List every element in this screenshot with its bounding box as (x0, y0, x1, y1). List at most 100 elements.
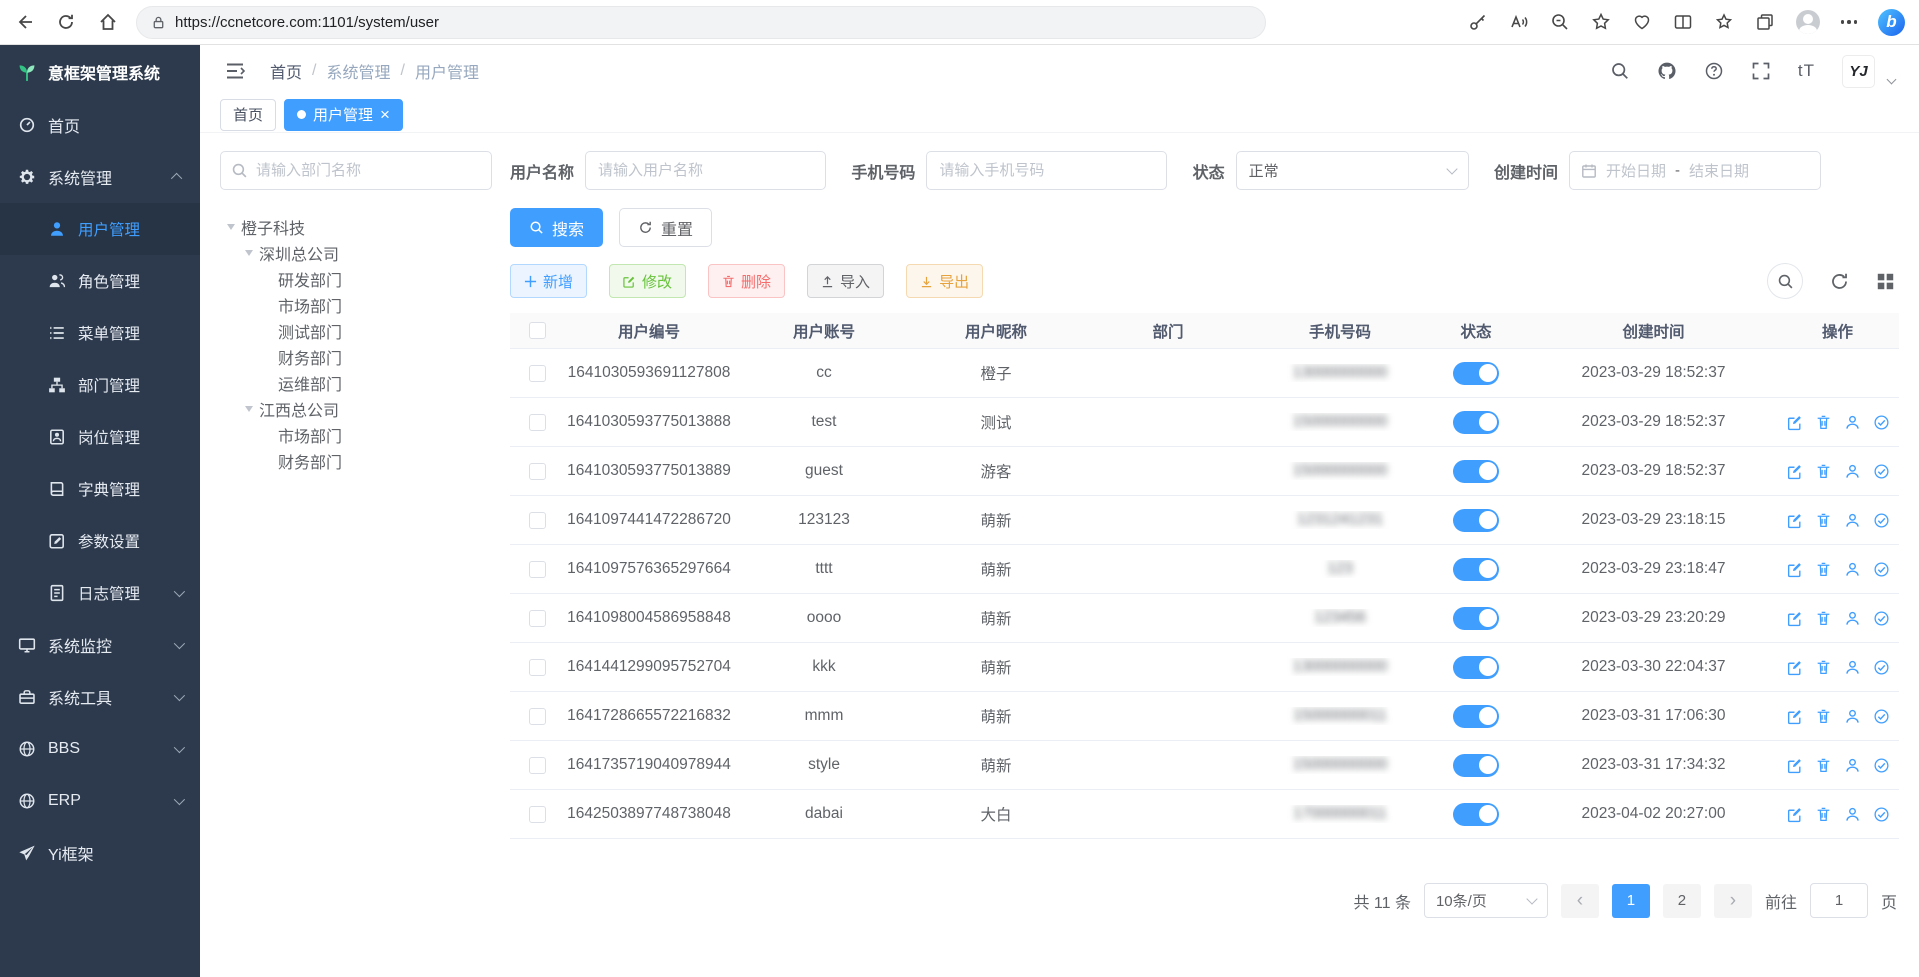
row-assign-role-icon[interactable] (1873, 708, 1890, 725)
search-button[interactable]: 搜索 (510, 208, 603, 247)
sidebar-item-tools[interactable]: 系统工具 (0, 671, 200, 723)
row-checkbox[interactable] (529, 365, 546, 382)
status-toggle[interactable] (1453, 803, 1499, 826)
split-screen-icon[interactable] (1673, 12, 1693, 32)
dept-search-input[interactable] (220, 151, 492, 190)
tree-caret-icon[interactable] (227, 224, 235, 230)
sidebar-item-log[interactable]: 日志管理 (0, 567, 200, 619)
fullscreen-icon[interactable] (1751, 61, 1771, 81)
tree-node-dept[interactable]: 市场部门 (220, 422, 492, 448)
tree-node-dept[interactable]: 测试部门 (220, 318, 492, 344)
tree-caret-icon[interactable] (245, 406, 253, 412)
row-resetpwd-icon[interactable] (1844, 512, 1861, 529)
row-checkbox[interactable] (529, 659, 546, 676)
row-delete-icon[interactable] (1815, 610, 1832, 627)
row-resetpwd-icon[interactable] (1844, 414, 1861, 431)
username-input[interactable] (585, 151, 826, 190)
zoom-icon[interactable] (1550, 12, 1570, 32)
row-assign-role-icon[interactable] (1873, 561, 1890, 578)
browser-essentials-icon[interactable] (1632, 12, 1652, 32)
row-assign-role-icon[interactable] (1873, 659, 1890, 676)
row-resetpwd-icon[interactable] (1844, 806, 1861, 823)
sidebar-item-erp[interactable]: ERP (0, 775, 200, 827)
key-icon[interactable] (1468, 12, 1488, 32)
row-delete-icon[interactable] (1815, 512, 1832, 529)
back-icon[interactable] (14, 12, 34, 32)
select-all-checkbox[interactable] (529, 322, 546, 339)
tree-node-dept[interactable]: 运维部门 (220, 370, 492, 396)
sidebar-item-bbs[interactable]: BBS (0, 723, 200, 775)
status-select[interactable]: 正常 (1236, 151, 1469, 190)
row-edit-icon[interactable] (1786, 414, 1803, 431)
row-resetpwd-icon[interactable] (1844, 757, 1861, 774)
tab-user-management[interactable]: 用户管理 × (284, 99, 403, 131)
row-edit-icon[interactable] (1786, 610, 1803, 627)
sidebar-item-dict[interactable]: 字典管理 (0, 463, 200, 515)
export-button[interactable]: 导出 (906, 264, 983, 298)
row-assign-role-icon[interactable] (1873, 757, 1890, 774)
row-delete-icon[interactable] (1815, 806, 1832, 823)
collections-icon[interactable] (1755, 12, 1775, 32)
search-icon[interactable] (1610, 61, 1630, 81)
row-checkbox[interactable] (529, 806, 546, 823)
grid-columns-icon[interactable] (1876, 272, 1895, 291)
row-delete-icon[interactable] (1815, 414, 1832, 431)
status-toggle[interactable] (1453, 411, 1499, 434)
avatar-caret-icon[interactable] (1887, 74, 1897, 84)
row-delete-icon[interactable] (1815, 757, 1832, 774)
address-bar[interactable]: https://ccnetcore.com:1101/system/user (136, 6, 1266, 39)
read-aloud-icon[interactable] (1509, 12, 1529, 32)
row-edit-icon[interactable] (1786, 512, 1803, 529)
close-icon[interactable]: × (380, 106, 390, 123)
refresh-icon[interactable] (1830, 272, 1849, 291)
tree-node-root[interactable]: 橙子科技 (220, 214, 492, 240)
sidebar-item-yi[interactable]: Yi框架 (0, 827, 200, 879)
tree-node-company[interactable]: 深圳总公司 (220, 240, 492, 266)
profile-avatar[interactable] (1796, 10, 1820, 34)
add-button[interactable]: 新增 (510, 264, 587, 298)
favorites-bar-icon[interactable] (1714, 12, 1734, 32)
home-icon[interactable] (98, 12, 118, 32)
row-assign-role-icon[interactable] (1873, 610, 1890, 627)
tree-node-dept[interactable]: 研发部门 (220, 266, 492, 292)
status-toggle[interactable] (1453, 362, 1499, 385)
row-checkbox[interactable] (529, 708, 546, 725)
sidebar-item-monitor[interactable]: 系统监控 (0, 619, 200, 671)
sidebar-item-role[interactable]: 角色管理 (0, 255, 200, 307)
page-1-button[interactable]: 1 (1612, 884, 1650, 918)
row-edit-icon[interactable] (1786, 806, 1803, 823)
row-checkbox[interactable] (529, 561, 546, 578)
row-checkbox[interactable] (529, 512, 546, 529)
row-assign-role-icon[interactable] (1873, 414, 1890, 431)
phone-input[interactable] (926, 151, 1167, 190)
goto-page-input[interactable] (1810, 883, 1868, 918)
sidebar-item-home[interactable]: 首页 (0, 99, 200, 151)
row-edit-icon[interactable] (1786, 757, 1803, 774)
status-toggle[interactable] (1453, 656, 1499, 679)
delete-button[interactable]: 删除 (708, 264, 785, 298)
breadcrumb-home[interactable]: 首页 (270, 59, 302, 83)
row-checkbox[interactable] (529, 610, 546, 627)
row-edit-icon[interactable] (1786, 708, 1803, 725)
row-checkbox[interactable] (529, 757, 546, 774)
row-assign-role-icon[interactable] (1873, 512, 1890, 529)
prev-page-button[interactable]: ‹ (1561, 884, 1599, 918)
refresh-icon[interactable] (56, 12, 76, 32)
row-assign-role-icon[interactable] (1873, 806, 1890, 823)
row-edit-icon[interactable] (1786, 463, 1803, 480)
sidebar-item-system[interactable]: 系统管理 (0, 151, 200, 203)
font-size-icon[interactable]: tT (1798, 61, 1815, 81)
row-checkbox[interactable] (529, 414, 546, 431)
row-delete-icon[interactable] (1815, 659, 1832, 676)
row-checkbox[interactable] (529, 463, 546, 480)
row-resetpwd-icon[interactable] (1844, 708, 1861, 725)
more-icon[interactable] (1841, 20, 1858, 24)
sidebar-item-post[interactable]: 岗位管理 (0, 411, 200, 463)
row-resetpwd-icon[interactable] (1844, 610, 1861, 627)
status-toggle[interactable] (1453, 509, 1499, 532)
row-resetpwd-icon[interactable] (1844, 659, 1861, 676)
row-edit-icon[interactable] (1786, 561, 1803, 578)
help-icon[interactable] (1704, 61, 1724, 81)
page-2-button[interactable]: 2 (1663, 884, 1701, 918)
page-size-select[interactable]: 10条/页 (1424, 883, 1548, 918)
